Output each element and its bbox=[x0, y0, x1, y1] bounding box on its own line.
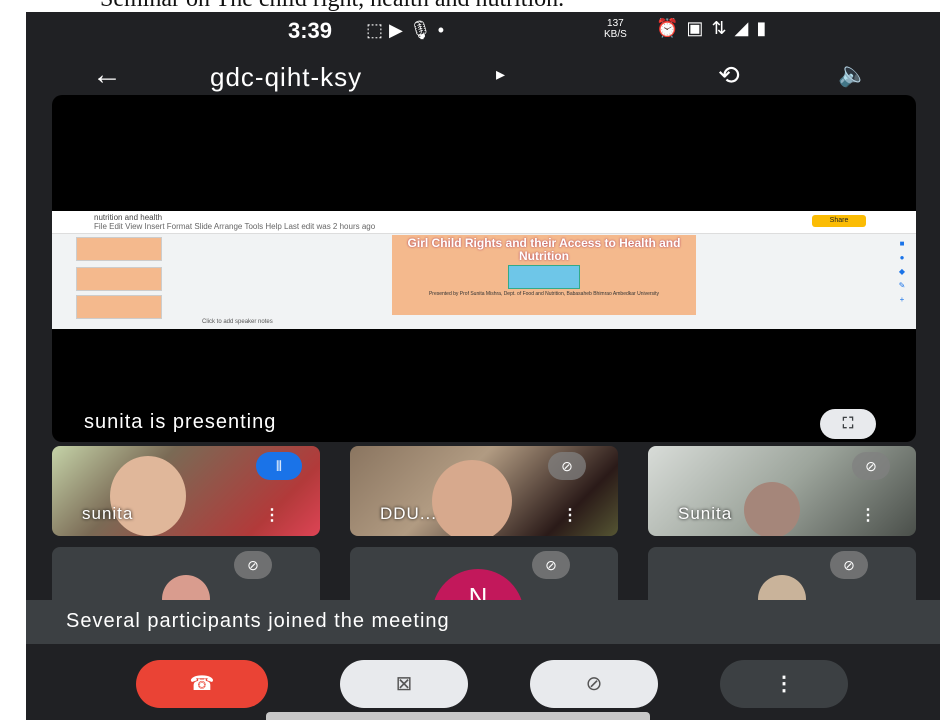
participant-video bbox=[432, 460, 512, 536]
slide-thumbnail bbox=[76, 237, 162, 261]
speaking-indicator-icon: ⦀ bbox=[256, 452, 302, 480]
share-button: Share bbox=[812, 215, 866, 227]
participant-video bbox=[110, 456, 186, 536]
participant-name: Sunita bbox=[678, 504, 733, 523]
mic-off-icon: ⊘ bbox=[585, 673, 603, 695]
mic-muted-icon: ⊘ bbox=[830, 551, 868, 579]
4g-signal-icon: ⇅ bbox=[711, 18, 735, 38]
back-arrow-icon[interactable]: ← bbox=[92, 58, 122, 92]
participant-tile[interactable]: ⦀ sunita ⋮ bbox=[52, 446, 320, 536]
more-options-icon[interactable]: ⋮ bbox=[562, 508, 578, 524]
screen-record-icon: ⬚ bbox=[366, 20, 390, 40]
speaker-icon[interactable]: 🔈 bbox=[838, 60, 868, 89]
switch-camera-icon[interactable]: ⟲ bbox=[718, 60, 740, 91]
net-speed-value: 137 bbox=[607, 18, 624, 29]
mic-icon: 🎙 bbox=[408, 20, 438, 40]
participant-tile[interactable]: ⊘ Sunita ⋮ bbox=[648, 446, 916, 536]
network-speed: 137 KB/S bbox=[604, 18, 627, 40]
signal-icon: ◢ bbox=[734, 18, 757, 38]
navigation-handle[interactable] bbox=[266, 712, 650, 720]
status-bar: 3:39 ⬚▶🎙• 137 KB/S ⏰▣⇅◢▮ bbox=[26, 12, 940, 48]
mic-muted-icon: ⊘ bbox=[548, 452, 586, 480]
phone-screen: 3:39 ⬚▶🎙• 137 KB/S ⏰▣⇅◢▮ ← gdc-qiht-ksy … bbox=[26, 12, 940, 720]
more-options-button[interactable]: ⋮ bbox=[720, 660, 848, 708]
meeting-code[interactable]: gdc-qiht-ksy bbox=[210, 62, 362, 93]
camera-toggle-button[interactable]: ⊠ bbox=[340, 660, 468, 708]
current-slide: Girl Child Rights and their Access to He… bbox=[392, 235, 696, 315]
shared-screen: nutrition and health File Edit View Inse… bbox=[52, 211, 916, 329]
dot-icon: • bbox=[437, 20, 451, 40]
speaker-notes: Click to add speaker notes bbox=[202, 319, 273, 325]
more-options-icon[interactable]: ⋮ bbox=[264, 508, 280, 524]
toast-message: Several participants joined the meeting bbox=[66, 610, 450, 632]
slide-title: Girl Child Rights and their Access to He… bbox=[407, 236, 681, 263]
participant-tile[interactable]: ⊘ bbox=[52, 547, 320, 607]
status-system-icons: ⏰▣⇅◢▮ bbox=[656, 18, 774, 39]
slides-toolbar: nutrition and health File Edit View Inse… bbox=[52, 211, 916, 234]
camera-off-icon: ⊠ bbox=[395, 673, 413, 695]
participant-name: sunita bbox=[82, 504, 134, 523]
phone-hangup-icon: ☎ bbox=[189, 673, 215, 695]
net-speed-unit: KB/S bbox=[604, 29, 627, 40]
doc-menu: File Edit View Insert Format Slide Arran… bbox=[94, 222, 376, 231]
participant-tile[interactable]: ⊘ bbox=[648, 547, 916, 607]
mic-muted-icon: ⊘ bbox=[852, 452, 890, 480]
participant-tile[interactable]: N ⊘ bbox=[350, 547, 618, 607]
slide-illustration bbox=[508, 265, 580, 289]
side-panel-icons: ■ ● ◆ ✎ + bbox=[898, 239, 906, 304]
more-options-icon[interactable]: ⋮ bbox=[860, 508, 876, 524]
participant-name: DDU... bbox=[380, 504, 437, 523]
battery-icon: ▮ bbox=[756, 18, 775, 38]
status-time: 3:39 bbox=[288, 18, 333, 43]
mic-muted-icon: ⊘ bbox=[234, 551, 272, 579]
slide-thumbnail bbox=[76, 267, 162, 291]
volte-icon: ▣ bbox=[686, 18, 712, 38]
caret-right-icon[interactable]: ▸ bbox=[496, 64, 505, 85]
presentation-stage: nutrition and health File Edit View Inse… bbox=[52, 95, 916, 442]
status-notification-icons: ⬚▶🎙• bbox=[366, 20, 450, 41]
slide-byline: Presented by Prof Sunita Mishra, Dept. o… bbox=[428, 291, 660, 297]
participant-video bbox=[744, 482, 800, 536]
slide-thumbnail bbox=[76, 295, 162, 319]
alarm-icon: ⏰ bbox=[656, 18, 687, 38]
mic-muted-icon: ⊘ bbox=[532, 551, 570, 579]
meeting-header: ← gdc-qiht-ksy ▸ ⟲ 🔈 bbox=[26, 50, 940, 100]
hangup-button[interactable]: ☎ bbox=[136, 660, 268, 708]
more-vertical-icon: ⋮ bbox=[774, 673, 794, 695]
participant-tile[interactable]: ⊘ DDU... ⋮ bbox=[350, 446, 618, 536]
slide-thumbnails bbox=[62, 237, 174, 322]
notification-toast: Several participants joined the meeting bbox=[26, 600, 940, 644]
doc-title: nutrition and health bbox=[94, 213, 163, 222]
youtube-icon: ▶ bbox=[389, 20, 409, 40]
fullscreen-icon[interactable]: ⛶ bbox=[820, 409, 876, 439]
presenting-label: sunita is presenting bbox=[84, 411, 277, 433]
mic-toggle-button[interactable]: ⊘ bbox=[530, 660, 658, 708]
